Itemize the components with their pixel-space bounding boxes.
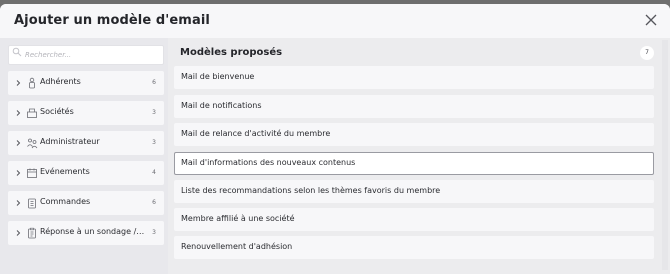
template-label: Mail de notifications [181, 101, 262, 110]
search-input[interactable] [8, 45, 164, 65]
scrollbar[interactable] [662, 40, 668, 270]
category-item-sondage[interactable]: Réponse à un sondage / q... 3 [8, 221, 164, 245]
category-item-administrateur[interactable]: Administrateur 3 [8, 131, 164, 155]
template-label: Mail de relance d'activité du membre [181, 129, 331, 138]
category-item-commandes[interactable]: Commandes 6 [8, 191, 164, 215]
close-icon[interactable] [644, 13, 658, 27]
category-count: 3 [152, 109, 156, 116]
category-count: 3 [152, 229, 156, 236]
search-icon [12, 47, 22, 57]
chevron-right-icon [16, 200, 21, 206]
admins-icon [27, 138, 38, 149]
category-list: Adhérents 6 Sociétés 3 Administrateur 3 … [8, 71, 164, 245]
template-label: Mail de bienvenue [181, 72, 255, 81]
category-label: Commandes [40, 197, 91, 206]
person-icon [29, 77, 35, 89]
chevron-right-icon [16, 80, 21, 86]
add-email-template-modal: Ajouter un modèle d'email Adhérents 6 [0, 4, 670, 274]
template-label: Mail d'informations des nouveaux contenu… [181, 158, 356, 167]
template-item[interactable]: Mail de relance d'activité du membre [174, 123, 654, 146]
template-item-selected[interactable]: Mail d'informations des nouveaux contenu… [174, 152, 654, 175]
template-item[interactable]: Liste des recommandations selon les thèm… [174, 180, 654, 203]
chevron-right-icon [16, 230, 21, 236]
category-count: 6 [152, 199, 156, 206]
category-sidebar: Adhérents 6 Sociétés 3 Administ [0, 38, 168, 274]
category-label: Evénements [40, 167, 90, 176]
templates-header: Modèles proposés 7 [172, 38, 660, 66]
templates-count-badge: 7 [640, 46, 654, 60]
building-icon [27, 108, 37, 118]
chevron-right-icon [16, 110, 21, 116]
category-count: 3 [152, 139, 156, 146]
search-wrap [8, 42, 164, 65]
category-label: Sociétés [40, 107, 74, 116]
clipboard-icon [28, 198, 36, 209]
category-count: 4 [152, 169, 156, 176]
template-item[interactable]: Mail de bienvenue [174, 66, 654, 89]
modal-title: Ajouter un modèle d'email [14, 13, 210, 28]
survey-icon [28, 227, 36, 239]
category-count: 6 [152, 79, 156, 86]
category-item-evenements[interactable]: Evénements 4 [8, 161, 164, 185]
template-item[interactable]: Membre affilié à une société [174, 208, 654, 231]
calendar-icon [27, 168, 37, 178]
modal-header: Ajouter un modèle d'email [0, 4, 670, 38]
template-label: Membre affilié à une société [181, 214, 295, 223]
templates-title: Modèles proposés [180, 47, 283, 58]
category-label: Adhérents [40, 77, 81, 86]
template-label: Renouvellement d'adhésion [181, 242, 293, 251]
chevron-right-icon [16, 170, 21, 176]
template-item[interactable]: Renouvellement d'adhésion [174, 236, 654, 259]
category-label: Administrateur [40, 137, 100, 146]
chevron-right-icon [16, 140, 21, 146]
template-item[interactable]: Mail de notifications [174, 95, 654, 118]
category-item-societes[interactable]: Sociétés 3 [8, 101, 164, 125]
category-item-adherents[interactable]: Adhérents 6 [8, 71, 164, 95]
category-label: Réponse à un sondage / q... [40, 227, 146, 236]
template-label: Liste des recommandations selon les thèm… [181, 186, 441, 195]
templates-panel: Modèles proposés 7 Mail de bienvenue Mai… [172, 38, 660, 274]
